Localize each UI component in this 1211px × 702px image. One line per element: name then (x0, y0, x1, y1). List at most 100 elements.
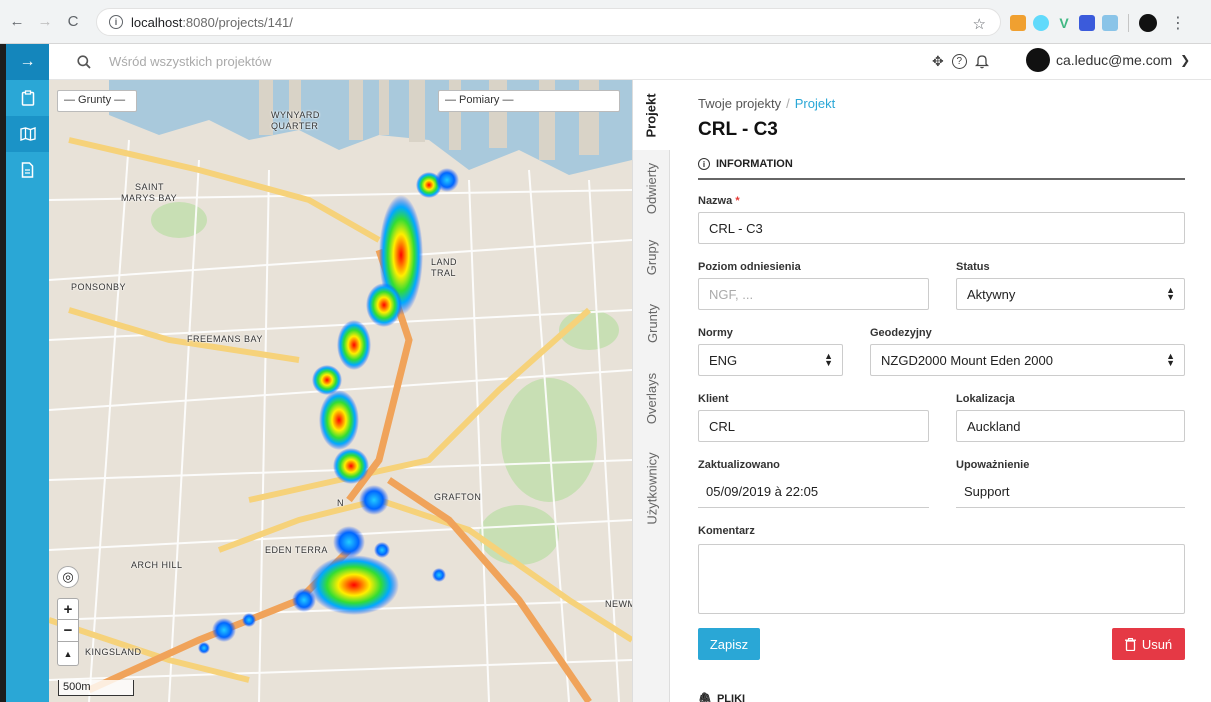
locate-button[interactable]: ◎ (57, 566, 79, 588)
trash-icon (1124, 637, 1136, 651)
extension-icon[interactable] (1033, 15, 1049, 31)
status-label: Status (956, 261, 990, 273)
reference-level-label: Poziom odniesienia (698, 261, 801, 273)
bell-icon[interactable] (974, 54, 989, 69)
back-icon[interactable]: ← (6, 11, 28, 33)
information-section-header: i INFORMATION (698, 158, 1185, 180)
tab-label: Overlays (644, 372, 660, 424)
user-email: ca.leduc@me.com (1056, 52, 1173, 68)
site-info-icon[interactable]: i (109, 15, 123, 29)
map-label-tral: TRAL (431, 268, 457, 278)
comment-label: Komentarz (698, 525, 755, 537)
map-scale: 500m (58, 680, 134, 696)
location-label: Lokalizacja (956, 393, 1015, 405)
move-icon[interactable]: ✥ (932, 53, 944, 70)
measurements-layer-select[interactable]: — Pomiary — (438, 90, 620, 112)
authorization-label: Upoważnienie (956, 459, 1030, 471)
extension-icon[interactable] (1102, 15, 1118, 31)
extension-icon[interactable] (1079, 15, 1095, 31)
soils-layer-select[interactable]: — Grunty — (57, 90, 137, 112)
map-canvas[interactable] (49, 80, 632, 702)
tab-uzytkownicy[interactable]: Użytkownicy (633, 438, 671, 538)
zoom-in-button[interactable]: + (57, 598, 79, 620)
sidebar-item-map[interactable] (6, 116, 49, 152)
map-label-saint: SAINT (135, 182, 165, 192)
search-icon (77, 54, 91, 69)
geodetic-value: NZGD2000 Mount Eden 2000 (881, 352, 1053, 368)
breadcrumb-separator: / (786, 96, 790, 111)
bookmark-star-icon[interactable]: ☆ (973, 15, 986, 33)
name-field[interactable]: CRL - C3 (698, 212, 1185, 244)
breadcrumb: Twoje projekty / Projekt (698, 96, 835, 111)
address-bar[interactable]: i localhost:8080/projects/141/ ☆ (96, 8, 1001, 36)
map-label-marys-bay: MARYS BAY (121, 193, 178, 203)
name-label-text: Nazwa (698, 195, 733, 207)
map-view[interactable]: WYNYARD QUARTER SAINT MARYS BAY PONSONBY… (49, 80, 632, 702)
app-topbar: ✥ ? ca.leduc@me.com ❯ (49, 44, 1211, 80)
delete-button[interactable]: Usuń (1112, 628, 1185, 660)
browser-toolbar: ← → C i localhost:8080/projects/141/ ☆ V… (0, 0, 1211, 44)
map-icon (19, 127, 36, 141)
updated-label: Zaktualizowano (698, 459, 780, 471)
breadcrumb-root[interactable]: Twoje projekty (698, 96, 781, 111)
user-menu[interactable]: ca.leduc@me.com ❯ (1026, 48, 1190, 72)
toolbar-separator (1128, 14, 1129, 32)
extensions-area: V ⋮ (1010, 13, 1186, 33)
client-label: Klient (698, 393, 729, 405)
sidebar-item-document[interactable] (6, 152, 49, 188)
map-label-n: N (337, 498, 344, 508)
topbar-tools: ✥ ? (932, 53, 989, 70)
map-label-land: LAND (431, 257, 458, 267)
extension-icon[interactable] (1010, 15, 1026, 31)
zoom-out-button[interactable]: − (57, 620, 79, 642)
tab-projekt[interactable]: Projekt (633, 80, 671, 150)
files-section-header: 🖇 PLIKI (698, 692, 745, 702)
document-icon (21, 162, 34, 178)
vertical-tabs: Projekt Odwierty Grupy Grunty Overlays U… (632, 80, 671, 702)
info-icon: i (698, 158, 710, 170)
comment-textarea[interactable] (698, 544, 1185, 614)
tab-label: Grunty (644, 303, 660, 343)
tab-overlays[interactable]: Overlays (633, 358, 671, 438)
delete-label: Usuń (1141, 636, 1173, 652)
tab-label: Odwierty (644, 162, 660, 214)
breadcrumb-current[interactable]: Projekt (795, 96, 835, 111)
map-label-newmarket: NEWM (605, 599, 632, 609)
compass-north-button[interactable]: ▲ (57, 642, 79, 666)
files-title: PLIKI (716, 692, 746, 702)
tab-grupy[interactable]: Grupy (633, 226, 671, 288)
search-input[interactable] (109, 54, 509, 69)
avatar (1026, 48, 1050, 72)
reference-level-field[interactable]: NGF, ... (698, 278, 929, 310)
sidebar-toggle-arrow-icon[interactable]: → (6, 44, 49, 80)
status-select[interactable]: Aktywny ▲ ▼ (956, 278, 1185, 310)
profile-avatar-icon[interactable] (1139, 14, 1157, 32)
geodetic-select[interactable]: NZGD2000 Mount Eden 2000 ▲ ▼ (870, 344, 1185, 376)
map-label-freemans-bay: FREEMANS BAY (187, 334, 263, 344)
url-path: :8080/projects/141/ (182, 14, 293, 30)
tab-label: Użytkownicy (644, 451, 660, 525)
save-button[interactable]: Zapisz (698, 628, 760, 660)
chevron-down-icon: ❯ (1180, 53, 1191, 67)
select-arrows-icon: ▲ ▼ (824, 351, 833, 368)
client-field[interactable]: CRL (698, 410, 929, 442)
paperclip-icon: 🖇 (698, 693, 712, 702)
section-title: INFORMATION (716, 158, 793, 170)
forward-icon[interactable]: → (34, 11, 56, 33)
norms-value: ENG (709, 352, 738, 368)
map-label-wynyard: WYNYARD (271, 110, 320, 120)
location-field[interactable]: Auckland (956, 410, 1185, 442)
help-icon[interactable]: ? (951, 54, 967, 69)
norms-label: Normy (698, 327, 733, 339)
tab-grunty[interactable]: Grunty (633, 288, 671, 358)
map-label-quarter: QUARTER (271, 121, 319, 131)
vue-devtools-icon[interactable]: V (1056, 15, 1072, 31)
required-marker: * (735, 195, 740, 207)
tab-odwierty[interactable]: Odwierty (633, 150, 671, 226)
reload-icon[interactable]: C (62, 11, 84, 33)
norms-select[interactable]: ENG ▲ ▼ (698, 344, 843, 376)
browser-menu-icon[interactable]: ⋮ (1170, 13, 1186, 33)
map-label-arch-hill: ARCH HILL (131, 560, 183, 570)
sidebar-item-clipboard[interactable] (6, 80, 49, 116)
status-value: Aktywny (967, 286, 1016, 302)
